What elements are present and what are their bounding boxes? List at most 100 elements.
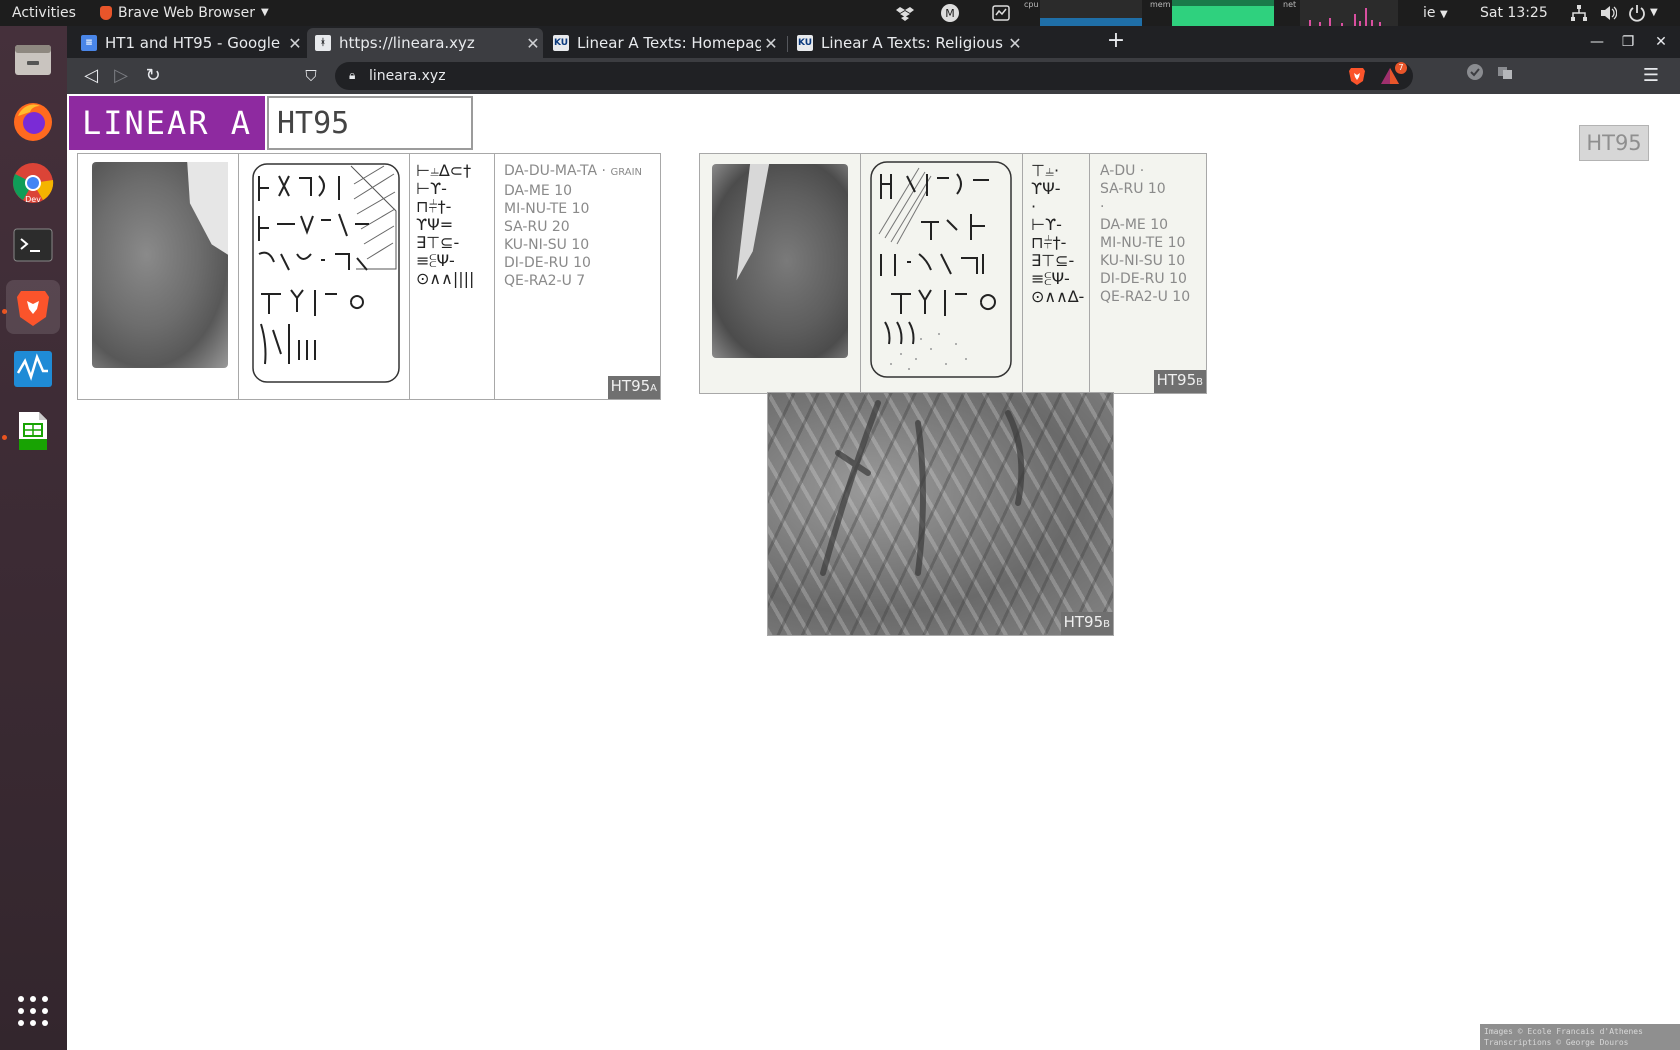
forward-button[interactable]: ▷ bbox=[107, 62, 135, 90]
sign-line: ⊤⫨· bbox=[1031, 161, 1060, 180]
system-monitor-icon[interactable] bbox=[992, 4, 1010, 22]
input-language[interactable]: ie ▼ bbox=[1423, 0, 1448, 26]
tab-linear-a-religious[interactable]: KU Linear A Texts: Religious Te ✕ bbox=[789, 28, 1025, 58]
tablet-a-label[interactable]: HT95A bbox=[607, 376, 660, 399]
dropbox-icon[interactable] bbox=[896, 4, 914, 22]
transcription-line: DA-ME 10 bbox=[1100, 217, 1169, 233]
sign-line: ≡⫕Ψ- bbox=[416, 251, 455, 270]
transcription-line: MI-NU-TE 10 bbox=[504, 201, 590, 217]
tab-strip: ≡ HT1 and HT95 - Google Doc ✕ ᚼ https://… bbox=[67, 26, 1680, 58]
system-monitor-icon bbox=[14, 351, 52, 387]
tablet-a-photo-panel[interactable] bbox=[77, 153, 239, 400]
restore-button[interactable]: ❐ bbox=[1614, 28, 1642, 56]
tablet-b-transcription-panel: A-DU · SA-RU 10 · DA-ME 10 MI-NU-TE 10 K… bbox=[1089, 153, 1207, 394]
close-icon[interactable]: ✕ bbox=[761, 34, 781, 53]
chevron-down-icon: ▼ bbox=[261, 7, 269, 18]
dock-libreoffice-calc[interactable] bbox=[6, 404, 60, 458]
tab-linear-a-homepage[interactable]: KU Linear A Texts: Homepage ✕ bbox=[545, 28, 781, 58]
dock-chrome-dev[interactable]: Dev bbox=[6, 156, 60, 210]
close-icon[interactable]: ✕ bbox=[1005, 34, 1025, 53]
net-graph bbox=[1300, 0, 1398, 26]
tab-title: Linear A Texts: Homepage bbox=[577, 34, 761, 52]
transcription-word: DA-DU-MA-TA · bbox=[504, 163, 611, 179]
brave-icon bbox=[100, 6, 112, 20]
show-applications-icon[interactable] bbox=[14, 992, 52, 1030]
label-text: HT95 bbox=[610, 377, 651, 395]
dock-firefox[interactable] bbox=[6, 94, 60, 148]
tab-title: https://lineara.xyz bbox=[339, 34, 475, 52]
volume-icon[interactable] bbox=[1599, 4, 1617, 22]
tab-google-doc[interactable]: ≡ HT1 and HT95 - Google Doc ✕ bbox=[73, 28, 305, 58]
sign-line: ⊢ϒ- bbox=[1031, 215, 1062, 234]
lineara-logo[interactable]: LINEAR A bbox=[69, 96, 265, 150]
transcription-line: MI-NU-TE 10 bbox=[1100, 235, 1186, 251]
search-input[interactable] bbox=[267, 96, 473, 150]
back-button[interactable]: ◁ bbox=[77, 62, 105, 90]
dock-terminal[interactable] bbox=[6, 218, 60, 272]
lineara-page: LINEAR A HT95 ⊢⫨∆⊂† ⊢ϒ- ⊓⫩†- bbox=[67, 94, 1680, 1050]
transcription-line: KU-NI-SU 10 bbox=[1100, 253, 1186, 269]
tablet-b-signs-panel: ⊤⫨· ϒΨ- · ⊢ϒ- ⊓⫩†- ∃⊤⊆- ≡⫕Ψ- ⊙∧∧∆- bbox=[1022, 153, 1090, 394]
transcription-line: KU-NI-SU 10 bbox=[504, 237, 590, 253]
activities-button[interactable]: Activities bbox=[12, 0, 76, 26]
reload-button[interactable]: ↻ bbox=[139, 62, 167, 90]
gnome-top-bar: Activities Brave Web Browser ▼ M cpu mem… bbox=[0, 0, 1680, 26]
tablet-b-zoom-photo[interactable]: HT95B bbox=[767, 392, 1114, 636]
close-window-button[interactable]: ✕ bbox=[1647, 28, 1675, 56]
brave-shields-icon[interactable] bbox=[1347, 66, 1367, 86]
tablet-b-label[interactable]: HT95B bbox=[1153, 370, 1206, 393]
close-icon[interactable]: ✕ bbox=[285, 34, 305, 53]
extension-puzzle-icon[interactable] bbox=[1491, 62, 1519, 90]
svg-text:Dev: Dev bbox=[25, 195, 41, 204]
menu-icon[interactable]: ☰ bbox=[1637, 62, 1665, 90]
label-side: B bbox=[1196, 377, 1203, 388]
url-text: lineara.xyz bbox=[369, 68, 446, 84]
brave-rewards-icon[interactable]: 7 bbox=[1379, 62, 1407, 86]
credit-line: Transcriptions © George Douros bbox=[1484, 1038, 1629, 1047]
transcription-line: DA-DU-MA-TA · GRAIN bbox=[504, 162, 651, 182]
tablet-b-photo-panel[interactable] bbox=[699, 153, 861, 394]
ubuntu-dock: Dev bbox=[0, 26, 67, 1050]
tablet-a-transcription: DA-DU-MA-TA · GRAIN DA-ME 10 MI-NU-TE 10… bbox=[504, 162, 651, 290]
sign-line: ⊙∧∧|||| bbox=[416, 269, 475, 288]
close-icon[interactable]: ✕ bbox=[523, 34, 543, 53]
mem-label: mem bbox=[1150, 0, 1171, 9]
lineara-icon: ᚼ bbox=[315, 35, 331, 51]
tablet-b-transcription: A-DU · SA-RU 10 · DA-ME 10 MI-NU-TE 10 K… bbox=[1100, 162, 1196, 306]
address-bar[interactable]: 🔒︎ lineara.xyz 7 bbox=[335, 62, 1413, 90]
sign-line: ⊢ϒ- bbox=[416, 179, 447, 198]
tab-lineara[interactable]: ᚼ https://lineara.xyz ✕ bbox=[307, 28, 543, 58]
document-tag-button[interactable]: HT95 bbox=[1579, 125, 1649, 161]
spreadsheet-icon bbox=[19, 412, 47, 450]
dock-files[interactable] bbox=[6, 32, 60, 86]
transcription-line: QE-RA2-U 7 bbox=[504, 273, 586, 289]
sign-line: · bbox=[1031, 197, 1037, 216]
tab-separator bbox=[787, 36, 788, 52]
clock[interactable]: Sat 13:25 bbox=[1480, 0, 1548, 26]
credit-line: Images © Ecole Francais d'Athenes bbox=[1484, 1027, 1643, 1036]
tablet-a-drawing-panel[interactable] bbox=[238, 153, 410, 400]
minimize-button[interactable]: — bbox=[1583, 28, 1611, 56]
sign-line: ⊢⫨∆⊂† bbox=[416, 161, 472, 180]
power-icon[interactable] bbox=[1628, 4, 1646, 22]
bookmark-icon[interactable]: ⛉ bbox=[297, 62, 325, 90]
network-icon[interactable] bbox=[1570, 4, 1588, 22]
dock-brave[interactable] bbox=[6, 280, 60, 334]
sign-line: ⊓⫩†- bbox=[416, 197, 452, 216]
new-tab-button[interactable]: + bbox=[1104, 28, 1128, 56]
dock-system-monitor[interactable] bbox=[6, 342, 60, 396]
ku-icon: KU bbox=[553, 35, 569, 51]
cpu-label: cpu bbox=[1024, 0, 1039, 9]
svg-text:M: M bbox=[945, 7, 955, 20]
chevron-down-icon[interactable]: ▼ bbox=[1650, 0, 1658, 26]
mail-indicator-icon[interactable]: M bbox=[941, 4, 959, 22]
ku-icon: KU bbox=[797, 35, 813, 51]
app-menu[interactable]: Brave Web Browser ▼ bbox=[100, 0, 269, 26]
tablet-b-drawing-panel[interactable] bbox=[860, 153, 1023, 394]
zoom-photo-label: HT95B bbox=[1060, 612, 1113, 635]
extension-icon[interactable] bbox=[1461, 62, 1489, 90]
label-text: HT95 bbox=[1156, 371, 1197, 389]
tablet-b-photo bbox=[712, 164, 848, 358]
tablet-b-signs: ⊤⫨· ϒΨ- · ⊢ϒ- ⊓⫩†- ∃⊤⊆- ≡⫕Ψ- ⊙∧∧∆- bbox=[1031, 161, 1084, 306]
chevron-down-icon: ▼ bbox=[1439, 9, 1448, 20]
